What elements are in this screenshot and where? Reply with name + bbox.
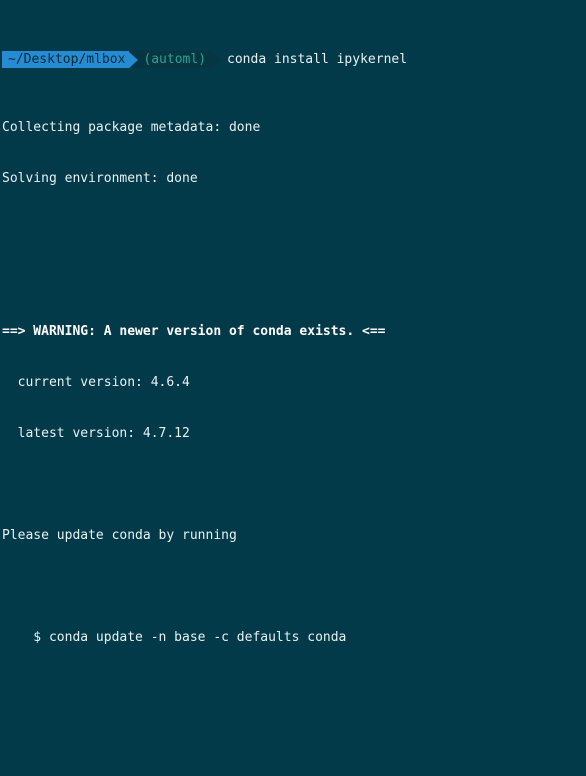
update-command: $ conda update -n base -c defaults conda xyxy=(2,629,584,646)
out-collecting: Collecting package metadata: done xyxy=(2,119,584,136)
powerline-arrow-icon xyxy=(129,52,138,68)
terminal-output: ~/Desktop/mlbox(automl) conda install ipy… xyxy=(0,0,586,776)
update-hint: Please update conda by running xyxy=(2,527,584,544)
powerline-arrow-icon xyxy=(212,52,221,68)
out-solving: Solving environment: done xyxy=(2,170,584,187)
blank xyxy=(2,221,584,238)
warning-latest: latest version: 4.7.12 xyxy=(2,425,584,442)
prompt-path: ~/Desktop/mlbox xyxy=(2,51,129,68)
warning-current: current version: 4.6.4 xyxy=(2,374,584,391)
blank xyxy=(2,680,584,697)
warning-header: ==> WARNING: A newer version of conda ex… xyxy=(2,323,584,340)
blank xyxy=(2,578,584,595)
command-text: conda install ipykernel xyxy=(221,51,407,68)
blank xyxy=(2,731,584,748)
prompt-line[interactable]: ~/Desktop/mlbox(automl) conda install ipy… xyxy=(2,51,584,68)
prompt-env: (automl) xyxy=(129,51,212,68)
blank xyxy=(2,272,584,289)
blank xyxy=(2,476,584,493)
